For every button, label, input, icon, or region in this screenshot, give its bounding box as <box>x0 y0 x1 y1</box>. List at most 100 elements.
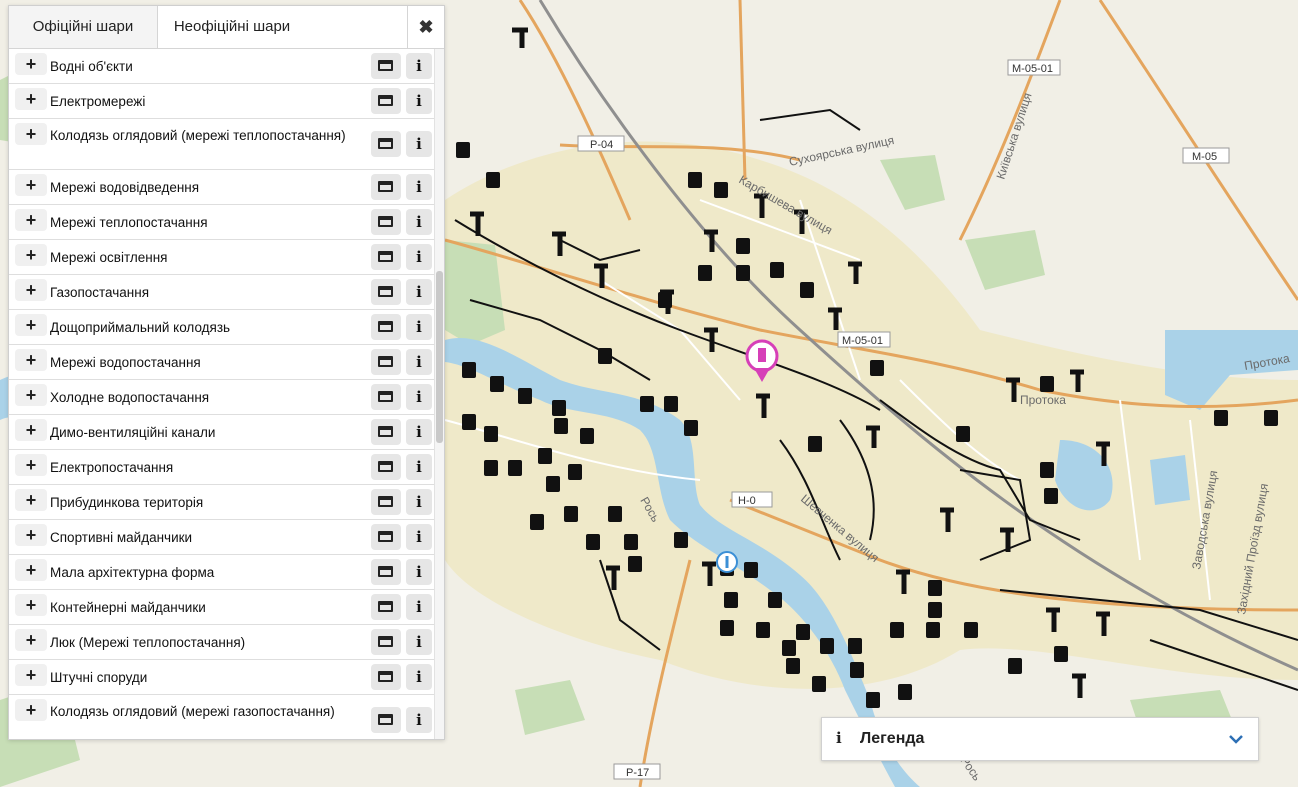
window-icon[interactable] <box>371 244 401 270</box>
expand-layer-button[interactable]: + <box>15 594 47 616</box>
layer-name[interactable]: Контейнерні майданчики <box>50 599 360 616</box>
layer-row-heating-manhole: + Колодязь оглядовий (мережі теплопостач… <box>9 119 434 170</box>
info-icon[interactable]: i <box>406 559 432 585</box>
road-badge-m0501-top: М-05-01 <box>1007 59 1061 76</box>
expand-layer-button[interactable]: + <box>15 123 47 145</box>
tab-official-layers[interactable]: Офіційні шари <box>9 6 158 48</box>
info-icon[interactable]: i <box>406 629 432 655</box>
layer-name[interactable]: Димо-вентиляційні канали <box>50 424 360 441</box>
expand-layer-button[interactable]: + <box>15 314 47 336</box>
window-icon[interactable] <box>371 174 401 200</box>
close-panel-button[interactable]: ✖ <box>407 6 444 48</box>
layer-list-scrollbar[interactable] <box>434 49 444 739</box>
legend-panel[interactable]: i Легенда <box>821 717 1259 761</box>
info-icon[interactable]: i <box>406 131 432 157</box>
layer-name[interactable]: Колодязь оглядовий (мережі газопостачанн… <box>50 703 360 720</box>
info-icon[interactable]: i <box>406 489 432 515</box>
legend-title: Легенда <box>860 730 925 747</box>
expand-layer-button[interactable]: + <box>15 174 47 196</box>
expand-layer-button[interactable]: + <box>15 454 47 476</box>
layer-row-water-supply: + Мережі водопостачання i <box>9 345 434 380</box>
layer-name[interactable]: Водні об'єкти <box>50 58 360 75</box>
layer-name[interactable]: Мережі освітлення <box>50 249 360 266</box>
info-icon[interactable]: i <box>406 174 432 200</box>
info-icon[interactable]: i <box>406 349 432 375</box>
layer-name[interactable]: Мережі водопостачання <box>50 354 360 371</box>
window-icon[interactable] <box>371 707 401 733</box>
info-icon[interactable]: i <box>406 384 432 410</box>
layer-row-artificial-structures: + Штучні споруди i <box>9 660 434 695</box>
window-icon[interactable] <box>371 594 401 620</box>
tab-unofficial-layers[interactable]: Неофіційні шари <box>158 6 306 48</box>
scrollbar-thumb[interactable] <box>436 271 443 443</box>
layer-name[interactable]: Електромережі <box>50 93 360 110</box>
info-icon[interactable]: i <box>406 594 432 620</box>
info-icon[interactable]: i <box>406 664 432 690</box>
expand-layer-button[interactable]: + <box>15 88 47 110</box>
layer-name[interactable]: Мережі теплопостачання <box>50 214 360 231</box>
info-icon[interactable]: i <box>406 209 432 235</box>
info-icon[interactable]: i <box>406 279 432 305</box>
layer-name[interactable]: Дощоприймальний колодязь <box>50 319 360 336</box>
layer-row-sports-grounds: + Спортивні майданчики i <box>9 520 434 555</box>
layer-list: + Водні об'єкти i + Електромережі i + Ко… <box>9 49 434 739</box>
layer-tabs: Офіційні шари Неофіційні шари ✖ <box>9 6 444 49</box>
road-badge-m05: М-05 <box>1182 147 1230 164</box>
expand-layer-button[interactable]: + <box>15 419 47 441</box>
svg-text:М-05: М-05 <box>1192 151 1217 163</box>
layer-name[interactable]: Прибудинкова територія <box>50 494 360 511</box>
expand-layer-button[interactable]: + <box>15 559 47 581</box>
layer-name[interactable]: Колодязь оглядовий (мережі теплопостачан… <box>50 127 360 144</box>
layer-name[interactable]: Мала архітектурна форма <box>50 564 360 581</box>
window-icon[interactable] <box>371 419 401 445</box>
info-icon[interactable]: i <box>406 524 432 550</box>
window-icon[interactable] <box>371 314 401 340</box>
layer-row-power-supply: + Електропостачання i <box>9 450 434 485</box>
expand-layer-button[interactable]: + <box>15 209 47 231</box>
layer-row-lighting: + Мережі освітлення i <box>9 240 434 275</box>
layer-row-small-architecture: + Мала архітектурна форма i <box>9 555 434 590</box>
window-icon[interactable] <box>371 664 401 690</box>
layer-row-storm-drain: + Дощоприймальний колодязь i <box>9 310 434 345</box>
window-icon[interactable] <box>371 349 401 375</box>
water-label-protoka-2: Протока <box>1020 393 1066 407</box>
expand-layer-button[interactable]: + <box>15 489 47 511</box>
info-icon[interactable]: i <box>406 454 432 480</box>
expand-layer-button[interactable]: + <box>15 629 47 651</box>
road-badge-m0501-center: М-05-01 <box>837 331 891 348</box>
expand-layer-button[interactable]: + <box>15 699 47 721</box>
info-icon[interactable]: i <box>406 53 432 79</box>
window-icon[interactable] <box>371 489 401 515</box>
layer-name[interactable]: Газопостачання <box>50 284 360 301</box>
window-icon[interactable] <box>371 524 401 550</box>
expand-layer-button[interactable]: + <box>15 384 47 406</box>
window-icon[interactable] <box>371 454 401 480</box>
window-icon[interactable] <box>371 53 401 79</box>
info-icon[interactable]: i <box>406 419 432 445</box>
window-icon[interactable] <box>371 88 401 114</box>
expand-layer-button[interactable]: + <box>15 349 47 371</box>
expand-layer-button[interactable]: + <box>15 664 47 686</box>
expand-layer-button[interactable]: + <box>15 524 47 546</box>
layer-name[interactable]: Штучні споруди <box>50 669 360 686</box>
info-icon[interactable]: i <box>406 707 432 733</box>
layer-name[interactable]: Електропостачання <box>50 459 360 476</box>
expand-layer-button[interactable]: + <box>15 53 47 75</box>
road-badge-r17: Р-17 <box>613 763 661 780</box>
chevron-down-icon[interactable] <box>1228 731 1244 747</box>
window-icon[interactable] <box>371 629 401 655</box>
expand-layer-button[interactable]: + <box>15 244 47 266</box>
info-icon[interactable]: i <box>406 244 432 270</box>
layer-name[interactable]: Мережі водовідведення <box>50 179 360 196</box>
window-icon[interactable] <box>371 209 401 235</box>
window-icon[interactable] <box>371 279 401 305</box>
window-icon[interactable] <box>371 559 401 585</box>
window-icon[interactable] <box>371 131 401 157</box>
info-icon[interactable]: i <box>406 88 432 114</box>
layer-name[interactable]: Люк (Мережі теплопостачання) <box>50 634 360 651</box>
layer-name[interactable]: Спортивні майданчики <box>50 529 360 546</box>
expand-layer-button[interactable]: + <box>15 279 47 301</box>
window-icon[interactable] <box>371 384 401 410</box>
layer-name[interactable]: Холодне водопостачання <box>50 389 360 406</box>
info-icon[interactable]: i <box>406 314 432 340</box>
